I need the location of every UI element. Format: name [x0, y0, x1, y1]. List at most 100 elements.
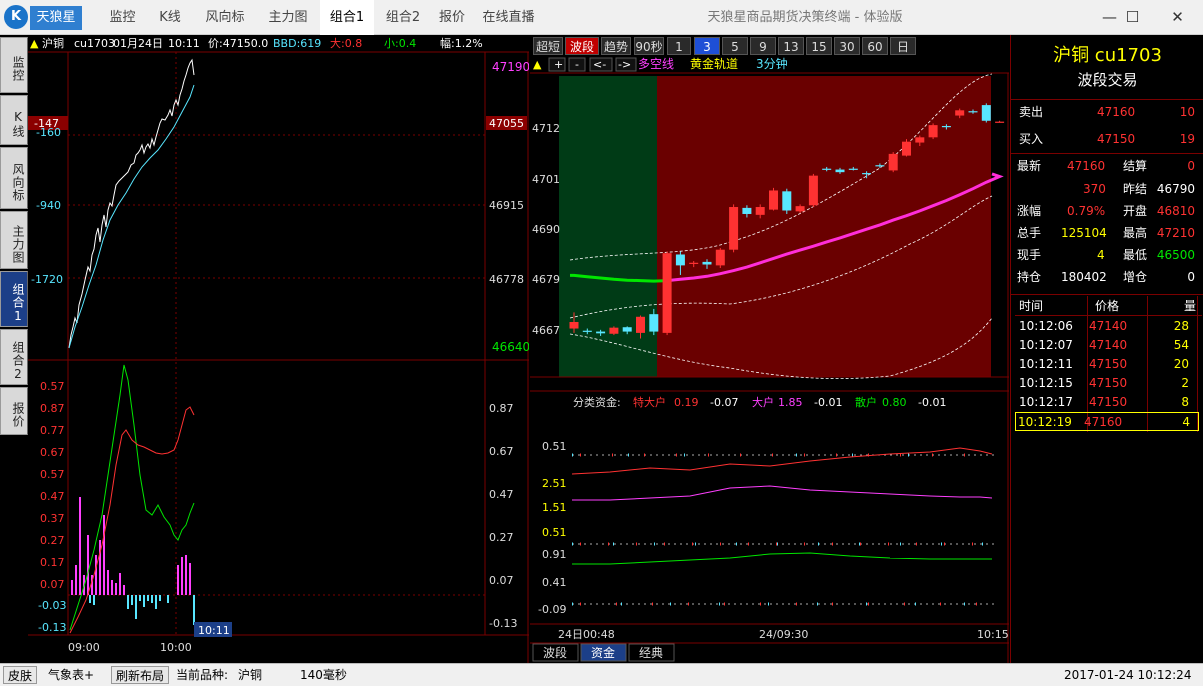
ts-small: 小:0.4 — [384, 37, 416, 50]
side-tab-main-chart[interactable]: 主力图 — [0, 211, 28, 269]
stat-row: 370 昨结 46790 — [1017, 178, 1201, 200]
kline-x-axis-label: 10:15 — [977, 628, 1009, 641]
period-day[interactable]: 日 — [890, 37, 916, 55]
menu-wind-vane[interactable]: 风向标 — [195, 0, 255, 35]
period-60[interactable]: 60 — [862, 37, 888, 55]
side-tab-combo1[interactable]: 组合1 — [0, 271, 28, 327]
candle — [848, 168, 858, 170]
menu-live[interactable]: 在线直播 — [476, 0, 541, 35]
scroll-left-button[interactable]: <- — [593, 58, 606, 71]
buy-vol: 19 — [1179, 132, 1195, 146]
sell-price: 47160 — [1097, 105, 1136, 119]
period-1[interactable]: 1 — [667, 37, 691, 55]
candle — [689, 262, 699, 264]
ts-sub-axis-label: -0.03 — [38, 599, 66, 612]
candle — [995, 121, 1005, 123]
ts-big: 大:0.8 — [330, 36, 362, 50]
stat-label: 最高 — [1123, 226, 1148, 240]
side-tab-combo2[interactable]: 组合2 — [0, 329, 28, 385]
menu-combo2[interactable]: 组合2 — [378, 0, 428, 35]
side-tab-monitor[interactable]: 监控 — [0, 37, 28, 93]
tick-row: 10:12:06 47140 28 — [1017, 317, 1201, 336]
period-13[interactable]: 13 — [778, 37, 804, 55]
close-icon[interactable]: ✕ — [1155, 0, 1200, 35]
zoom-out-button[interactable]: - — [575, 58, 579, 71]
stat-value: 46790 — [1156, 182, 1195, 196]
mode-trend[interactable]: 趋势 — [601, 37, 631, 55]
bottom-tab-classic[interactable]: 经典 — [639, 646, 663, 660]
sell-label: 卖出 — [1019, 105, 1044, 119]
stat-value: 47160 — [1067, 159, 1106, 173]
app-name[interactable]: 天狼星 — [30, 6, 82, 30]
scroll-right-button[interactable]: -> — [618, 58, 631, 71]
menu-main-chart[interactable]: 主力图 — [258, 0, 318, 35]
period-15[interactable]: 15 — [806, 37, 832, 55]
timeshare-panel[interactable]: ▲ 沪铜 cu1703 01月24日 10:11 价:47150.0 BBD:6… — [28, 35, 529, 663]
tick-vol: 8 — [1181, 395, 1189, 409]
legend-period: 3分钟 — [756, 56, 788, 71]
kline-panel[interactable]: ▲ + - <- -> 多空线 黄金轨道 3分钟 4712 4701 4690 … — [530, 56, 1009, 663]
maximize-icon[interactable]: ☐ — [1110, 0, 1155, 35]
tick-vol: 54 — [1173, 338, 1189, 352]
tick-time: 10:12:06 — [1019, 319, 1073, 333]
ts-time: 10:11 — [168, 37, 200, 50]
menu-monitor[interactable]: 监控 — [95, 0, 150, 35]
ts-amplitude: 幅:1.2% — [440, 37, 483, 50]
candle — [822, 168, 832, 170]
ts-sub-axis-label: 0.87 — [40, 402, 65, 415]
side-tab-quote[interactable]: 报价 — [0, 387, 28, 435]
candle — [902, 141, 911, 156]
mode-ultra-short[interactable]: 超短 — [533, 37, 563, 55]
buy-row: 买入 47150 19 — [1017, 128, 1201, 150]
capital-title: 分类资金: — [573, 395, 621, 409]
period-90s[interactable]: 90秒 — [634, 37, 664, 55]
candle — [941, 126, 951, 128]
ts-price: 价:47150.0 — [208, 37, 268, 50]
stat-value: 0.79% — [1067, 204, 1106, 218]
candle — [915, 137, 925, 143]
tick-time: 10:12:07 — [1019, 338, 1073, 352]
tick-price: 47150 — [1089, 376, 1128, 390]
menu-combo1[interactable]: 组合1 — [320, 0, 374, 35]
menu-kline[interactable]: K线 — [150, 0, 190, 35]
ts-sub-axis-label: 0.07 — [40, 578, 65, 591]
period-9[interactable]: 9 — [750, 37, 776, 55]
stat-value: 4 — [1097, 248, 1105, 262]
skin-button[interactable]: 皮肤 — [3, 666, 38, 684]
period-30[interactable]: 30 — [834, 37, 860, 55]
side-tab-kline[interactable]: K线 — [0, 95, 28, 145]
menu-quote[interactable]: 报价 — [432, 0, 472, 35]
tick-vol: 4 — [1182, 415, 1190, 429]
candle — [729, 207, 739, 250]
legend-golden-track: 黄金轨道 — [690, 56, 738, 71]
stat-value: 180402 — [1061, 270, 1107, 284]
side-tab-wind-vane[interactable]: 风向标 — [0, 147, 28, 209]
ts-left-axis-label: -160 — [36, 126, 61, 139]
quote-title: 沪铜 cu1703 — [1053, 45, 1162, 66]
tick-price: 47150 — [1089, 395, 1128, 409]
candle — [675, 254, 685, 266]
app-logo-icon: K — [4, 5, 28, 29]
capital-y-axis-label: 0.41 — [542, 576, 567, 589]
kline-y-axis-label: 4667 — [532, 324, 560, 337]
zoom-in-button[interactable]: + — [554, 58, 563, 71]
period-3[interactable]: 3 — [694, 37, 720, 55]
tick-time: 10:12:15 — [1019, 376, 1073, 390]
bottom-tab-swing[interactable]: 波段 — [543, 645, 567, 660]
ticks-header-time: 时间 — [1019, 299, 1044, 313]
candle — [955, 110, 965, 116]
ts-code: cu1703 — [74, 37, 115, 50]
buy-label: 买入 — [1019, 132, 1044, 146]
legend-duokong: 多空线 — [638, 57, 674, 71]
tick-vol: 28 — [1173, 319, 1189, 333]
stat-row: 最新 47160 结算 0 — [1017, 155, 1201, 177]
weather-button[interactable]: 气象表+ — [48, 666, 94, 684]
kline-y-axis-label: 4701 — [532, 173, 560, 186]
refresh-layout-button[interactable]: 刷新布局 — [111, 666, 170, 684]
stat-value: 46810 — [1156, 204, 1195, 218]
tick-time: 10:12:17 — [1019, 395, 1073, 409]
mode-swing[interactable]: 波段 — [565, 37, 599, 55]
capital-label: 特大户 — [633, 395, 666, 409]
period-5[interactable]: 5 — [722, 37, 748, 55]
bottom-tab-capital[interactable]: 资金 — [591, 645, 615, 660]
